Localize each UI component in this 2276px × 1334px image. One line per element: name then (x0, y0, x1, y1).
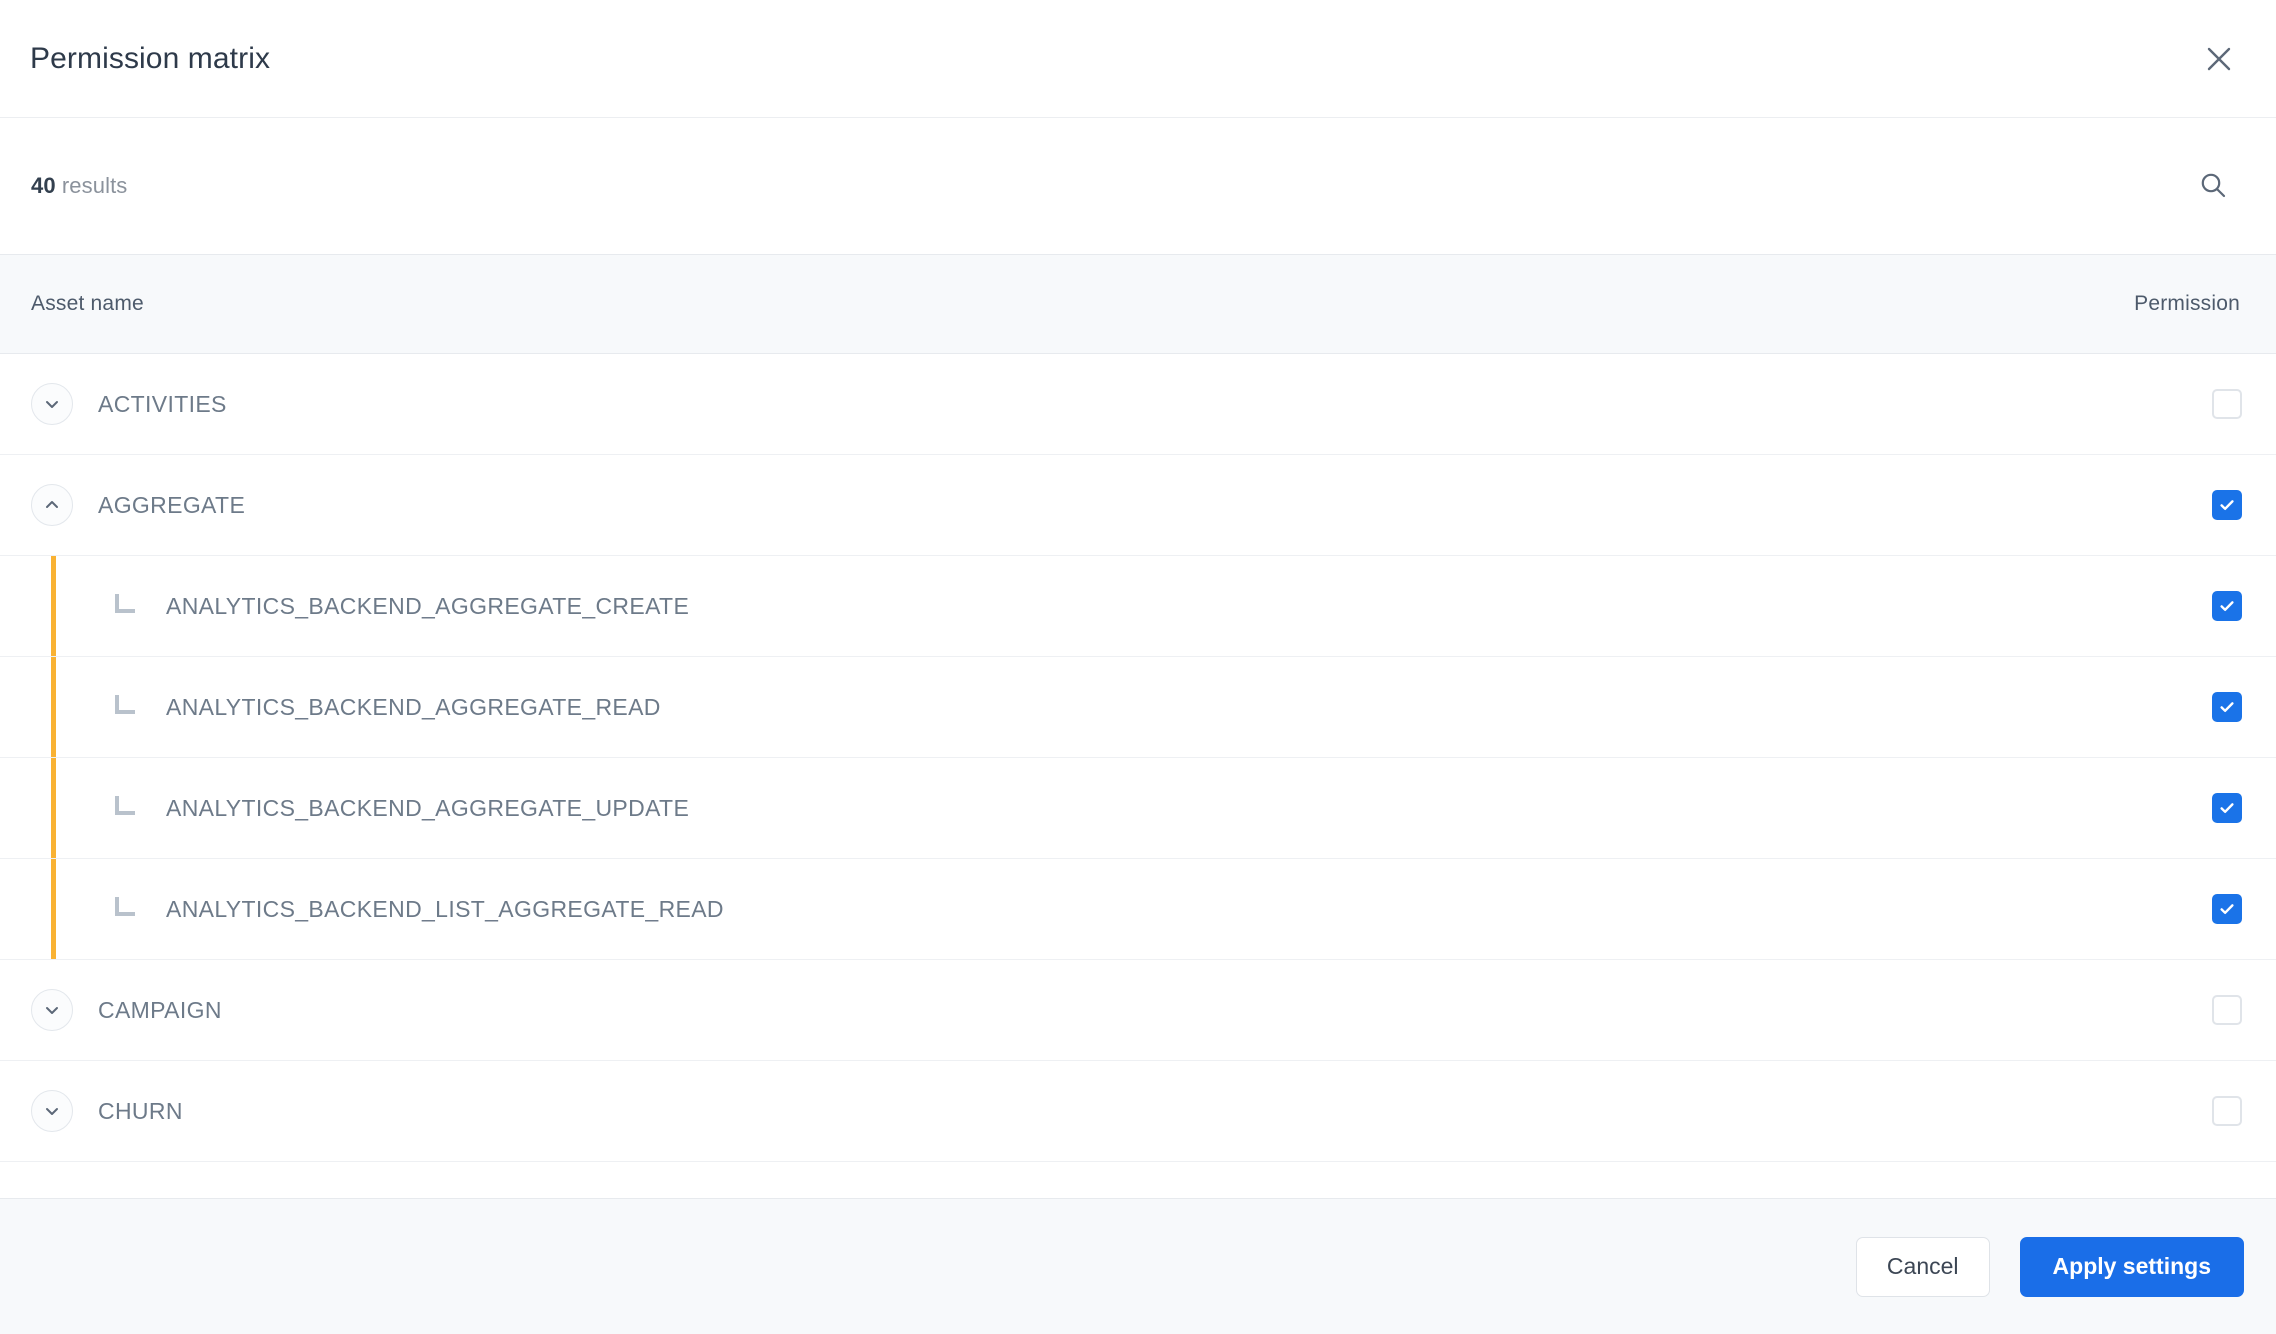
permission-cell (2212, 490, 2244, 520)
results-toolbar: 40 results (0, 118, 2276, 254)
table-row[interactable]: AGGREGATE (0, 455, 2276, 556)
column-header-asset-name: Asset name (31, 292, 144, 315)
chevron-down-icon (42, 1000, 62, 1020)
tree-branch-icon (112, 795, 144, 821)
search-icon (2198, 170, 2228, 203)
permission-cell (2212, 591, 2244, 621)
page-title: Permission matrix (30, 41, 271, 75)
table-row[interactable]: ANALYTICS_BACKEND_LIST_AGGREGATE_READ (0, 859, 2276, 960)
permission-cell (2212, 692, 2244, 722)
table-row[interactable]: ACTIVITIES (0, 354, 2276, 455)
group-label: CAMPAIGN (98, 996, 222, 1023)
permission-checkbox[interactable] (2212, 389, 2242, 419)
permission-checkbox[interactable] (2212, 490, 2242, 520)
results-label: results (55, 173, 128, 198)
group-guide-bar (51, 859, 56, 959)
permission-checkbox[interactable] (2212, 894, 2242, 924)
asset-label: ANALYTICS_BACKEND_AGGREGATE_CREATE (166, 592, 690, 619)
chevron-up-icon (42, 495, 62, 515)
expand-toggle-churn[interactable] (31, 1090, 73, 1132)
group-label: AGGREGATE (98, 491, 246, 518)
tree-branch-icon (112, 694, 144, 720)
close-icon (2204, 44, 2234, 74)
permission-checkbox[interactable] (2212, 793, 2242, 823)
results-count: 40 (31, 173, 56, 198)
permission-cell (2212, 793, 2244, 823)
permission-cell (2212, 995, 2244, 1025)
permission-table: Asset name Permission ACTIVITIES AGGREGA… (0, 254, 2276, 1198)
table-row[interactable]: ANALYTICS_BACKEND_AGGREGATE_CREATE (0, 556, 2276, 657)
apply-settings-button[interactable]: Apply settings (2019, 1236, 2244, 1297)
asset-label: ANALYTICS_BACKEND_LIST_AGGREGATE_READ (166, 895, 724, 922)
table-row[interactable]: CAMPAIGN (0, 960, 2276, 1061)
permission-cell (2212, 1096, 2244, 1126)
permission-checkbox[interactable] (2212, 1096, 2242, 1126)
search-button[interactable] (2186, 159, 2240, 213)
permission-matrix-modal: Permission matrix 40 results Asset name … (0, 0, 2276, 1334)
permission-checkbox[interactable] (2212, 692, 2242, 722)
table-body: ACTIVITIES AGGREGATE ANALYTICS_BACKEND_A… (0, 354, 2276, 1198)
tree-branch-icon (112, 593, 144, 619)
permission-checkbox[interactable] (2212, 591, 2242, 621)
collapse-toggle-aggregate[interactable] (31, 484, 73, 526)
asset-label: ANALYTICS_BACKEND_AGGREGATE_READ (166, 693, 661, 720)
table-row[interactable]: CHURN (0, 1061, 2276, 1162)
close-button[interactable] (2192, 32, 2246, 86)
modal-footer: Cancel Apply settings (0, 1198, 2276, 1334)
expand-toggle-activities[interactable] (31, 383, 73, 425)
asset-label: ANALYTICS_BACKEND_AGGREGATE_UPDATE (166, 794, 690, 821)
group-guide-bar (51, 657, 56, 757)
table-header-row: Asset name Permission (0, 254, 2276, 354)
chevron-down-icon (42, 1101, 62, 1121)
cancel-button[interactable]: Cancel (1855, 1236, 1990, 1297)
expand-toggle-campaign[interactable] (31, 989, 73, 1031)
table-row[interactable]: ANALYTICS_BACKEND_AGGREGATE_READ (0, 657, 2276, 758)
column-header-permission: Permission (2134, 292, 2240, 315)
table-row[interactable]: ANALYTICS_BACKEND_AGGREGATE_UPDATE (0, 758, 2276, 859)
permission-cell (2212, 894, 2244, 924)
results-summary: 40 results (31, 173, 127, 199)
group-label: CHURN (98, 1097, 183, 1124)
tree-branch-icon (112, 896, 144, 922)
group-guide-bar (51, 758, 56, 858)
group-guide-bar (51, 556, 56, 656)
permission-checkbox[interactable] (2212, 995, 2242, 1025)
chevron-down-icon (42, 394, 62, 414)
modal-titlebar: Permission matrix (0, 0, 2276, 118)
group-label: ACTIVITIES (98, 390, 227, 417)
permission-cell (2212, 389, 2244, 419)
